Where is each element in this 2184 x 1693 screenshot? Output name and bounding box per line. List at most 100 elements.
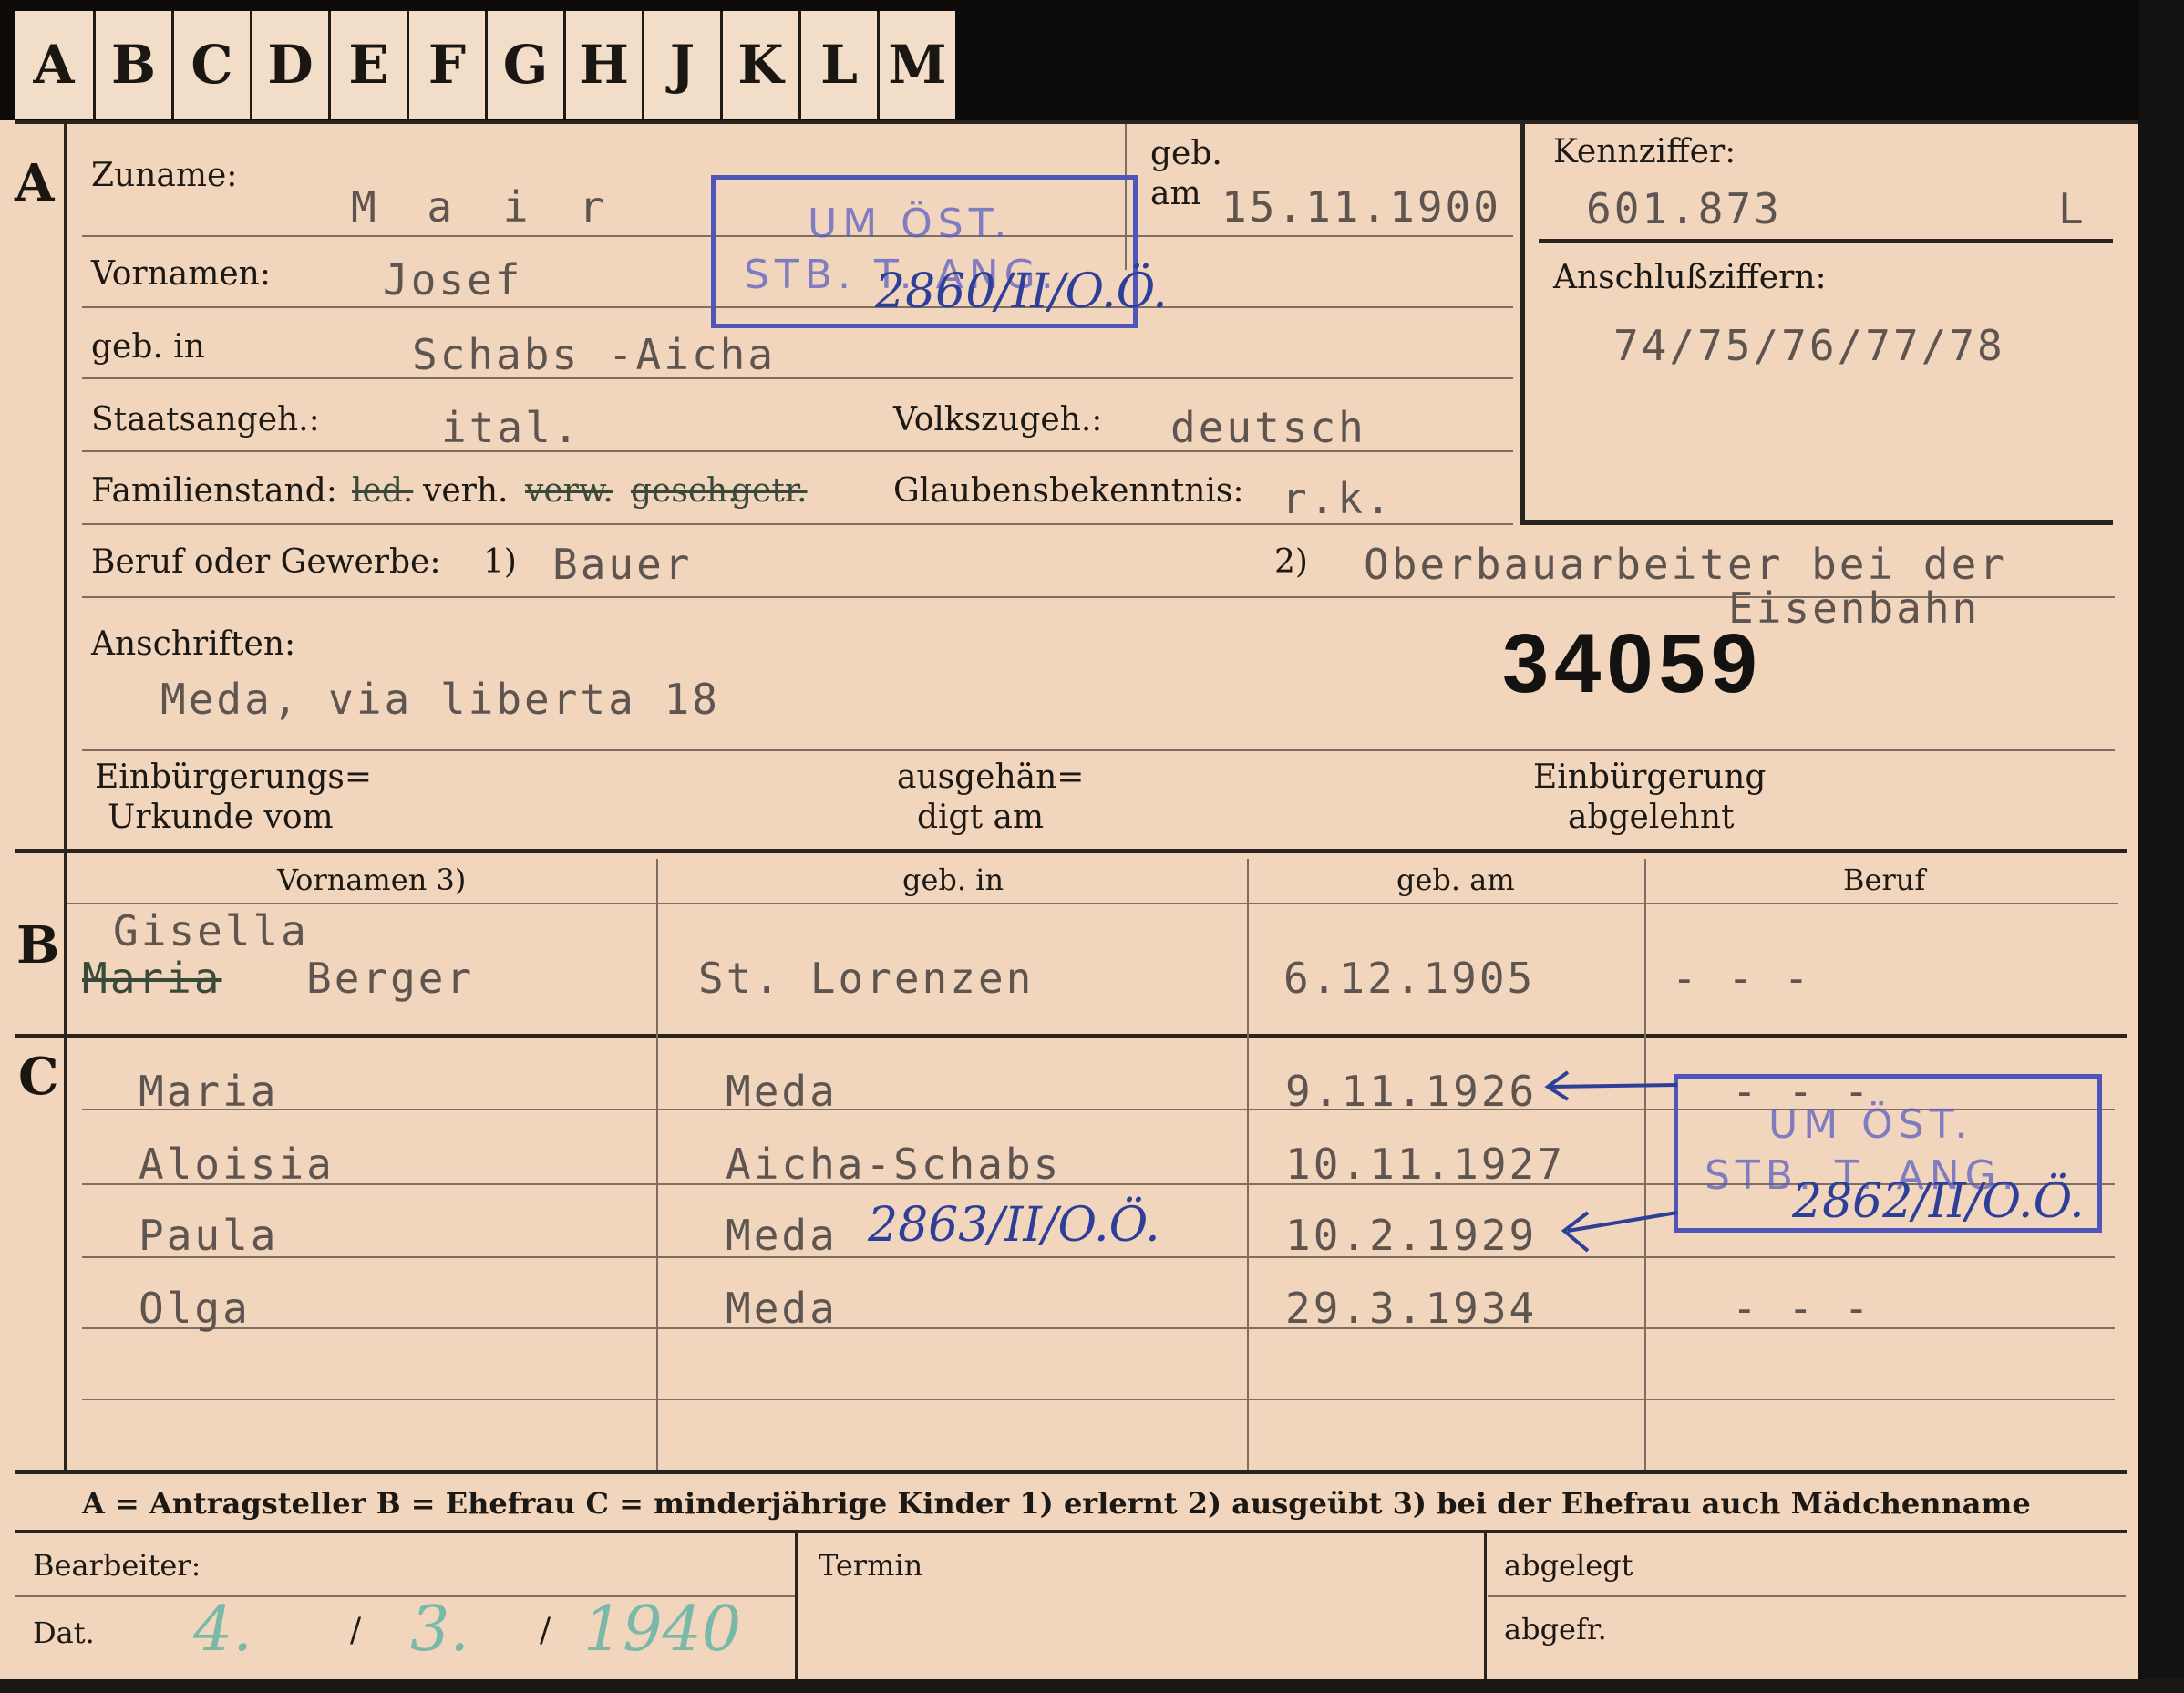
rejected-label-1: Einbürgerung xyxy=(1533,759,1767,796)
date-day: 4. xyxy=(193,1594,252,1666)
rejected-label-2: abgelehnt xyxy=(1568,799,1735,836)
wife-profession: - - - xyxy=(1672,954,1812,1003)
rule-top xyxy=(15,120,2138,124)
rule-col2 xyxy=(1247,859,1249,1470)
clerk-label: Bearbeiter: xyxy=(33,1548,201,1583)
tab-g[interactable]: G xyxy=(485,11,563,119)
surname-label: Zuname: xyxy=(91,157,238,194)
rule-footer-2 xyxy=(1484,1533,1487,1679)
section-c-marker: C xyxy=(18,1047,59,1107)
birth-date-value: 15.11.1900 xyxy=(1221,182,1501,232)
profession-practiced-value-1: Oberbauarbeiter bei der xyxy=(1364,540,2007,589)
rule-legend-top xyxy=(15,1470,2127,1474)
ethnicity-label: Volkszugeh.: xyxy=(893,401,1103,439)
tab-f[interactable]: F xyxy=(407,11,485,119)
address-label: Anschriften: xyxy=(91,625,296,663)
anschluss-label: Anschlußziffern: xyxy=(1553,259,1827,296)
rule-b-header xyxy=(67,903,2118,904)
child-birthplace: Meda xyxy=(726,1211,838,1260)
arrow-head-lower xyxy=(1561,1211,1590,1253)
rule-row7 xyxy=(82,749,2115,751)
tab-k[interactable]: K xyxy=(720,11,798,119)
first-names-label: Vornamen: xyxy=(91,255,271,293)
child-birth-date: 9.11.1926 xyxy=(1285,1067,1538,1116)
kennziffer-value: 601.873 xyxy=(1586,184,1782,233)
date-sep-1: / xyxy=(350,1612,362,1649)
section-a-marker: A xyxy=(15,153,55,213)
sent-label: abgefr. xyxy=(1504,1612,1607,1647)
child-birth-date: 29.3.1934 xyxy=(1285,1284,1538,1333)
child-profession: - - - xyxy=(1732,1284,1872,1333)
child-birth-date: 10.2.1929 xyxy=(1285,1211,1538,1260)
profession-label: Beruf oder Gewerbe: xyxy=(91,543,441,581)
tab-a[interactable]: A xyxy=(15,11,93,119)
tab-h[interactable]: H xyxy=(563,11,642,119)
tab-c[interactable]: C xyxy=(171,11,250,119)
tab-e[interactable]: E xyxy=(328,11,407,119)
tab-b[interactable]: B xyxy=(93,11,171,119)
section-b-marker: B xyxy=(16,915,60,976)
rule-left-bc xyxy=(64,853,67,1473)
profession-mark-2: 2) xyxy=(1274,543,1308,581)
arrow-annotations xyxy=(1544,1070,1678,1253)
citizenship-label: Staatsangeh.: xyxy=(91,401,320,439)
date-sep-2: / xyxy=(540,1612,551,1649)
child-name: Olga xyxy=(139,1284,251,1333)
kennziffer-suffix: L xyxy=(2058,184,2086,233)
tab-m[interactable]: M xyxy=(877,11,955,119)
birth-label-1: geb. xyxy=(1150,135,1222,172)
tab-j[interactable]: J xyxy=(642,11,720,119)
child-birthplace: Meda xyxy=(726,1067,838,1116)
handed-label-1: ausgehän= xyxy=(897,759,1085,796)
date-label: Dat. xyxy=(33,1616,95,1650)
child-name: Maria xyxy=(139,1067,279,1116)
rule-c3 xyxy=(82,1256,2115,1258)
rule-left-a xyxy=(64,124,67,849)
rule-kenn-left xyxy=(1520,124,1525,525)
termin-label: Termin xyxy=(819,1548,923,1583)
child-birthplace: Meda xyxy=(726,1284,838,1333)
religion-label: Glaubensbekenntnis: xyxy=(893,472,1244,510)
birth-label-2: am xyxy=(1150,175,1201,212)
family-option-gesch: gesch. xyxy=(631,472,738,510)
birthplace-label: geb. in xyxy=(91,328,205,366)
anschluss-value: 74/75/76/77/78 xyxy=(1613,321,2005,370)
child-birth-date: 10.11.1927 xyxy=(1285,1140,1565,1189)
child-name: Paula xyxy=(139,1211,279,1260)
wife-first-name-2: Maria xyxy=(82,954,222,1003)
handwritten-ref-top: 2860/II/O.Ö. xyxy=(875,264,1168,319)
rule-kenn-bottom xyxy=(1520,520,2113,525)
rule-col1 xyxy=(656,859,658,1470)
b-header-names: Vornamen 3) xyxy=(277,862,467,897)
citizenship-value: ital. xyxy=(441,403,582,452)
b-header-birthplace: geb. in xyxy=(902,862,1004,897)
rule-footer-1 xyxy=(795,1533,798,1679)
family-option-ledig: led. xyxy=(352,472,414,510)
rule-c5 xyxy=(82,1399,2115,1400)
naturalization-label-1: Einbürgerungs= xyxy=(95,759,373,796)
stamp-top-line-1: UM ÖST. xyxy=(808,201,1013,247)
handwritten-ref-mid: 2863/II/O.Ö. xyxy=(868,1198,1160,1253)
rule-row3 xyxy=(82,377,1513,379)
ethnicity-value: deutsch xyxy=(1170,403,1366,452)
wife-birthplace: St. Lorenzen xyxy=(698,954,1035,1003)
religion-value: r.k. xyxy=(1282,474,1394,523)
rule-section-c xyxy=(15,1034,2127,1038)
surname-value: M a i r xyxy=(351,182,617,232)
family-status-label: Familienstand: xyxy=(91,472,337,510)
b-header-profession: Beruf xyxy=(1843,862,1926,897)
arrow-line-upper xyxy=(1549,1083,1678,1089)
wife-maiden-name: Berger xyxy=(306,954,475,1003)
family-option-verw: verw. xyxy=(525,472,613,510)
tab-d[interactable]: D xyxy=(250,11,328,119)
kennziffer-label: Kennziffer: xyxy=(1553,133,1736,170)
naturalization-label-2: Urkunde vom xyxy=(108,799,334,836)
wife-birth-date: 6.12.1905 xyxy=(1283,954,1536,1003)
file-number: 34059 xyxy=(1502,617,1763,710)
family-option-verh: verh. xyxy=(423,472,509,510)
tab-l[interactable]: L xyxy=(798,11,877,119)
first-names-value: Josef xyxy=(383,255,523,305)
rule-row5 xyxy=(82,523,1513,525)
rule-footer-filed xyxy=(1488,1595,2126,1597)
profession-learned-value: Bauer xyxy=(552,540,693,589)
